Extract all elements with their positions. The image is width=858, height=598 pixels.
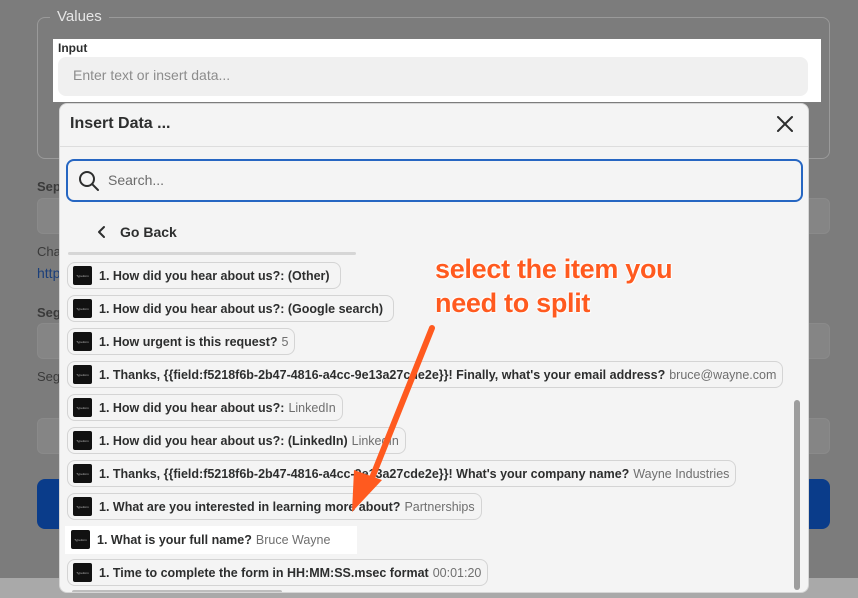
list-scroll-edge <box>68 252 356 255</box>
seg-label-1: Seg <box>37 305 61 320</box>
item-label: 1. What is your full name? <box>97 532 252 547</box>
scrollbar-thumb[interactable] <box>794 400 800 590</box>
horizontal-scrollbar[interactable] <box>72 590 282 592</box>
annotation-line-1: select the item you <box>435 254 673 284</box>
item-value: Wayne Industries <box>633 466 730 481</box>
typeform-icon: Typeform <box>73 398 92 417</box>
item-label: 1. How did you hear about us?: <box>99 400 285 415</box>
annotation-callout: select the item you need to split <box>435 252 755 320</box>
input-label: Input <box>58 41 88 55</box>
highlighted-row: Typeform 1. What is your full name? Bruc… <box>65 526 357 554</box>
item-label: 1. How did you hear about us?: (LinkedIn… <box>99 433 348 448</box>
item-label: 1. How did you hear about us?: (Google s… <box>99 301 384 316</box>
typeform-icon: Typeform <box>73 497 92 516</box>
go-back-label: Go Back <box>120 224 177 240</box>
seg-label-2: Seg <box>37 369 61 384</box>
search-icon <box>79 171 99 191</box>
search-box[interactable] <box>66 159 803 202</box>
input-field[interactable]: Enter text or insert data... <box>58 57 808 96</box>
item-label: 1. How did you hear about us?: (Other) <box>99 268 330 283</box>
modal-header: Insert Data ... <box>60 104 808 146</box>
help-link[interactable]: http <box>37 265 60 281</box>
list-item[interactable]: Typeform 1. How did you hear about us?: … <box>67 262 341 289</box>
list-item[interactable]: Typeform 1. How urgent is this request? … <box>67 328 296 355</box>
values-legend: Values <box>50 8 109 25</box>
go-back-button[interactable]: Go Back <box>94 220 177 244</box>
typeform-icon: Typeform <box>73 332 92 351</box>
typeform-icon: Typeform <box>73 365 92 384</box>
list-item[interactable]: Typeform 1. How did you hear about us?: … <box>67 295 395 322</box>
search-input[interactable] <box>106 169 786 191</box>
modal-divider <box>60 146 808 147</box>
item-label: 1. Time to complete the form in HH:MM:SS… <box>99 565 429 580</box>
chevron-left-icon <box>98 226 105 238</box>
list-item[interactable]: Typeform 1. Time to complete the form in… <box>67 559 489 586</box>
typeform-icon: Typeform <box>71 530 90 549</box>
typeform-icon: Typeform <box>73 299 92 318</box>
typeform-icon: Typeform <box>73 464 92 483</box>
input-highlight: Input Enter text or insert data... <box>53 39 821 102</box>
annotation-arrow-icon <box>352 325 435 512</box>
close-icon[interactable] <box>774 113 796 135</box>
item-value: 00:01:20 <box>432 565 482 580</box>
item-value: LinkedIn <box>288 400 336 415</box>
item-value: bruce@wayne.com <box>669 367 777 382</box>
list-item[interactable]: Typeform 1. How did you hear about us?: … <box>67 394 343 421</box>
typeform-icon: Typeform <box>73 563 92 582</box>
typeform-icon: Typeform <box>73 431 92 450</box>
annotation-line-2: need to split <box>435 288 591 318</box>
modal-title: Insert Data ... <box>70 115 171 132</box>
item-label: 1. How urgent is this request? <box>99 334 278 349</box>
vertical-scrollbar[interactable] <box>794 400 800 592</box>
typeform-icon: Typeform <box>73 266 92 285</box>
list-item-full-name[interactable]: Typeform 1. What is your full name? Bruc… <box>66 526 337 553</box>
cha-label: Cha <box>37 244 61 259</box>
item-value: 5 <box>281 334 289 349</box>
item-value: Bruce Wayne <box>255 532 331 547</box>
sep-label: Sep <box>37 179 61 194</box>
